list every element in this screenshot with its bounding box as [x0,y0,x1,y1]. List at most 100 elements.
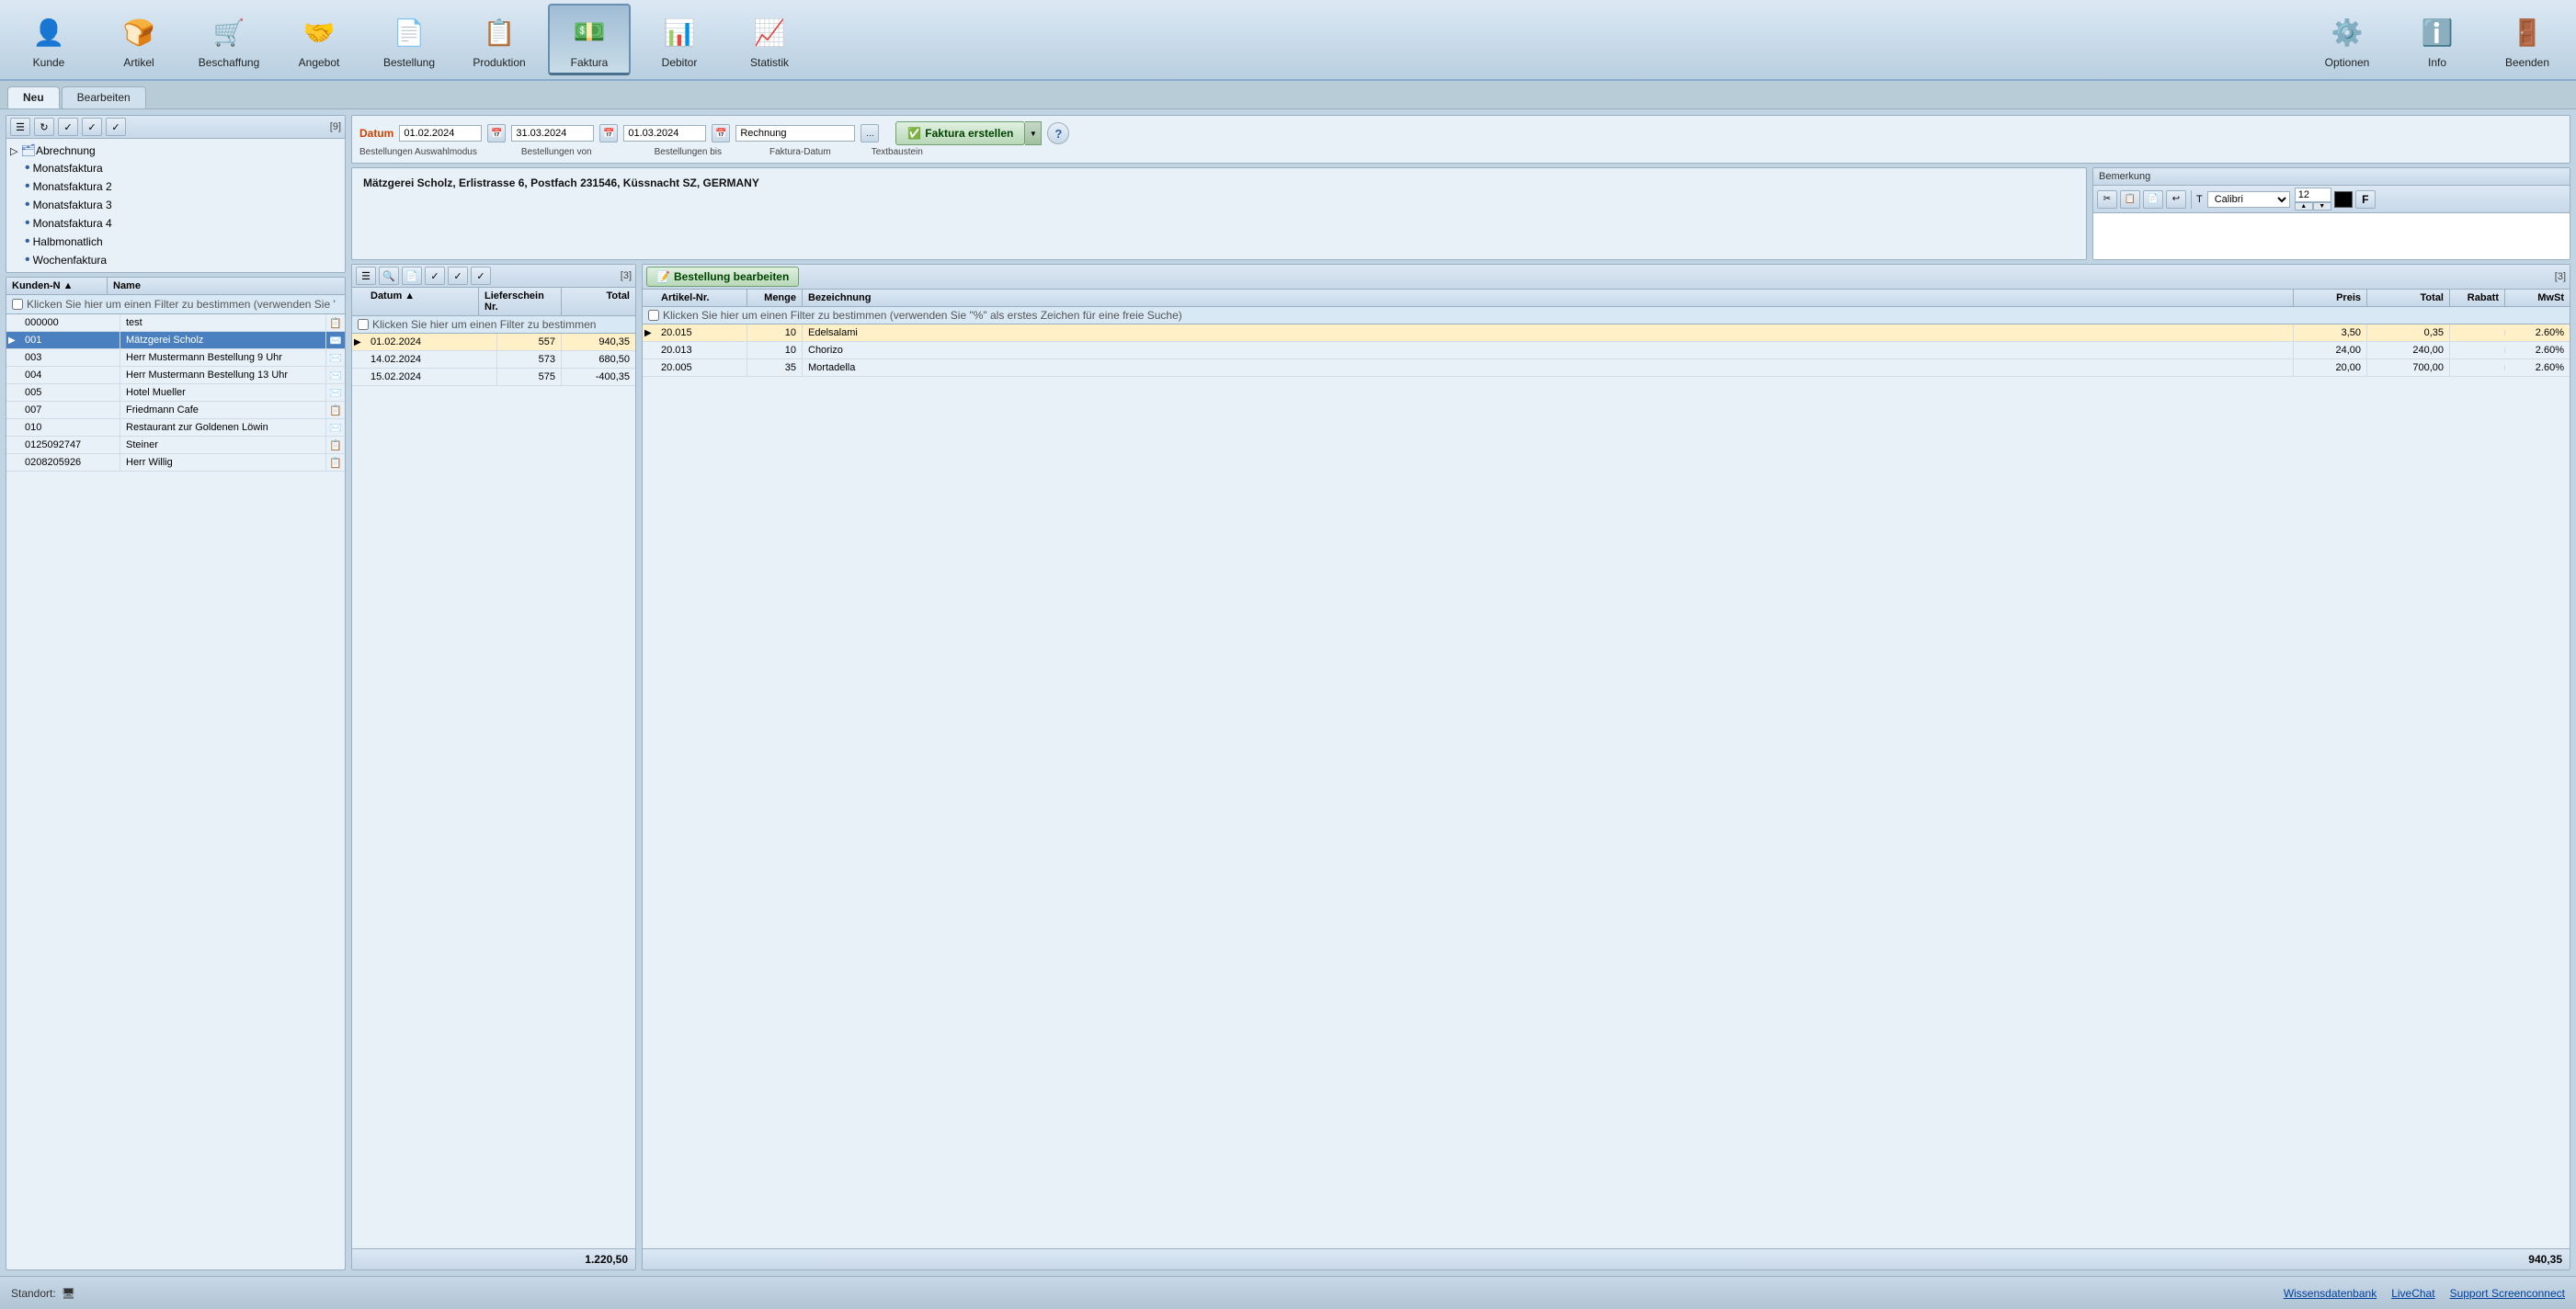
articles-th-mwst[interactable]: MwSt [2505,290,2570,306]
faktura-erstellen-btn[interactable]: ✅ Faktura erstellen [895,121,1025,145]
customer-rows-container[interactable]: 000000 test 📋 ▶ 001 Mätzgerei Scholz ✉️ [6,314,345,1269]
orders-btn-4[interactable]: ✓ [425,267,445,285]
help-btn[interactable]: ? [1047,122,1069,144]
toolbar-debitor[interactable]: 📊 Debitor [638,4,721,75]
articles-th-bezeichnung[interactable]: Bezeichnung [803,290,2294,306]
bold-btn[interactable]: F [2355,190,2376,209]
color-swatch[interactable] [2334,191,2353,208]
orders-rows-container[interactable]: ▶ 01.02.2024 557 940,35 14.02.2024 573 6… [352,334,635,1248]
tree-item-0[interactable]: • Monatsfaktura [25,159,341,177]
articles-th-rabatt[interactable]: Rabatt [2450,290,2505,306]
orders-btn-5[interactable]: ✓ [448,267,468,285]
remark-content[interactable] [2093,213,2570,259]
tree-btn-list[interactable]: ☰ [10,118,30,136]
orders-row-0[interactable]: ▶ 01.02.2024 557 940,35 [352,334,635,351]
customer-name-0: test [120,314,326,331]
tree-content[interactable]: ▷ 🗂 Abrechnung • Monatsfaktura • Monatsf… [6,139,345,272]
tree-btn-refresh[interactable]: ↻ [34,118,54,136]
toolbar-faktura[interactable]: 💵 Faktura [548,4,631,75]
toolbar-optionen[interactable]: ⚙️ Optionen [2306,4,2388,75]
date-from-cal-btn[interactable]: 📅 [487,124,506,142]
font-size-input[interactable] [2295,188,2331,202]
customer-row-8[interactable]: 0208205926 Herr Willig 📋 [6,454,345,472]
customer-row-4[interactable]: 005 Hotel Mueller ✉️ [6,384,345,402]
articles-th-total[interactable]: Total [2367,290,2450,306]
faktura-date-input[interactable] [623,125,706,142]
customer-row-1[interactable]: ▶ 001 Mätzgerei Scholz ✉️ [6,332,345,349]
articles-th-preis[interactable]: Preis [2294,290,2367,306]
articles-filter[interactable]: Klicken Sie hier um einen Filter zu best… [643,307,2570,324]
customer-col-nr[interactable]: Kunden-N ▲ [6,278,108,294]
date-from-input[interactable] [399,125,482,142]
orders-btn-1[interactable]: ☰ [356,267,376,285]
customer-nr-1: 001 [19,332,120,348]
date-to-cal-btn[interactable]: 📅 [599,124,618,142]
customer-row-3[interactable]: 004 Herr Mustermann Bestellung 13 Uhr ✉️ [6,367,345,384]
customer-row-2[interactable]: 003 Herr Mustermann Bestellung 9 Uhr ✉️ [6,349,345,367]
livechat-link[interactable]: LiveChat [2391,1287,2434,1300]
tree-item-1[interactable]: • Monatsfaktura 2 [25,177,341,196]
orders-row-2[interactable]: 15.02.2024 575 -400,35 [352,369,635,386]
toolbar-angebot[interactable]: 🤝 Angebot [278,4,360,75]
articles-row-0[interactable]: ▶ 20.015 10 Edelsalami 3,50 0,35 2.60% [643,324,2570,342]
font-size-up-btn[interactable]: ▲ [2295,202,2313,211]
articles-filter-check[interactable] [648,310,659,321]
support-screenconnect-link[interactable]: Support Screenconnect [2450,1287,2565,1300]
tree-root[interactable]: ▷ 🗂 Abrechnung [10,142,341,159]
tab-neu[interactable]: Neu [7,86,60,108]
orders-row-1[interactable]: 14.02.2024 573 680,50 [352,351,635,369]
wissensdatenbank-link[interactable]: Wissensdatenbank [2284,1287,2377,1300]
faktura-date-cal-btn[interactable]: 📅 [712,124,730,142]
toolbar-kunde[interactable]: 👤 Kunde [7,4,90,75]
tree-item-3[interactable]: • Monatsfaktura 4 [25,214,341,233]
tree-btn-check2[interactable]: ✓ [82,118,102,136]
orders-filter[interactable]: Klicken Sie hier um einen Filter zu best… [352,316,635,334]
tree-item-2[interactable]: • Monatsfaktura 3 [25,196,341,214]
font-size-down-btn[interactable]: ▼ [2313,202,2331,211]
tree-item-5[interactable]: • Wochenfaktura [25,251,341,269]
toolbar-statistik[interactable]: 📈 Statistik [728,4,811,75]
font-select[interactable]: Calibri [2207,191,2290,208]
orders-th-datum[interactable]: Datum ▲ [365,288,479,315]
orders-btn-2[interactable]: 🔍 [379,267,399,285]
tree-item-4[interactable]: • Halbmonatlich [25,233,341,251]
articles-th-artikel-nr[interactable]: Artikel-Nr. [655,290,747,306]
customer-row-6[interactable]: 010 Restaurant zur Goldenen Löwin ✉️ [6,419,345,437]
articles-bezeichnung-1: Chorizo [803,342,2294,359]
customer-col-name[interactable]: Name [108,278,345,294]
toolbar-beenden[interactable]: 🚪 Beenden [2486,4,2569,75]
toolbar-info[interactable]: ℹ️ Info [2396,4,2479,75]
type-dropdown-btn[interactable]: … [861,124,879,142]
tab-bearbeiten[interactable]: Bearbeiten [62,86,146,108]
articles-row-1[interactable]: 20.013 10 Chorizo 24,00 240,00 2.60% [643,342,2570,359]
customer-row-0[interactable]: 000000 test 📋 [6,314,345,332]
tree-btn-check3[interactable]: ✓ [106,118,126,136]
articles-th-menge[interactable]: Menge [747,290,803,306]
orders-th-total[interactable]: Total [562,288,635,315]
orders-btn-6[interactable]: ✓ [471,267,491,285]
type-input[interactable] [735,125,855,142]
tree-item-6[interactable]: • Manuell [25,269,341,272]
orders-filter-check[interactable] [358,319,369,330]
remark-paste-btn[interactable]: 📄 [2143,190,2163,209]
toolbar: 👤 Kunde 🍞 Artikel 🛒 Beschaffung 🤝 Angebo… [0,0,2576,81]
customer-row-5[interactable]: 007 Friedmann Cafe 📋 [6,402,345,419]
faktura-dropdown-btn[interactable]: ▼ [1025,121,1042,145]
toolbar-produktion[interactable]: 📋 Produktion [458,4,541,75]
remark-copy-btn[interactable]: 📋 [2120,190,2140,209]
customer-row-7[interactable]: 0125092747 Steiner 📋 [6,437,345,454]
customer-filter-row[interactable]: Klicken Sie hier um einen Filter zu best… [6,295,345,314]
toolbar-bestellung[interactable]: 📄 Bestellung [368,4,450,75]
tree-btn-check1[interactable]: ✓ [58,118,78,136]
orders-th-lieferschein[interactable]: Lieferschein Nr. [479,288,562,315]
toolbar-beschaffung[interactable]: 🛒 Beschaffung [188,4,270,75]
customer-filter-check[interactable] [12,299,23,310]
remark-cut-btn[interactable]: ✂ [2097,190,2117,209]
remark-undo-btn[interactable]: ↩ [2166,190,2186,209]
orders-btn-3[interactable]: 📄 [402,267,422,285]
toolbar-artikel[interactable]: 🍞 Artikel [97,4,180,75]
articles-row-2[interactable]: 20.005 35 Mortadella 20,00 700,00 2.60% [643,359,2570,377]
date-to-input[interactable] [511,125,594,142]
articles-rows-container[interactable]: ▶ 20.015 10 Edelsalami 3,50 0,35 2.60% 2… [643,324,2570,1248]
bestellung-bearbeiten-btn[interactable]: 📝 Bestellung bearbeiten [646,267,799,287]
